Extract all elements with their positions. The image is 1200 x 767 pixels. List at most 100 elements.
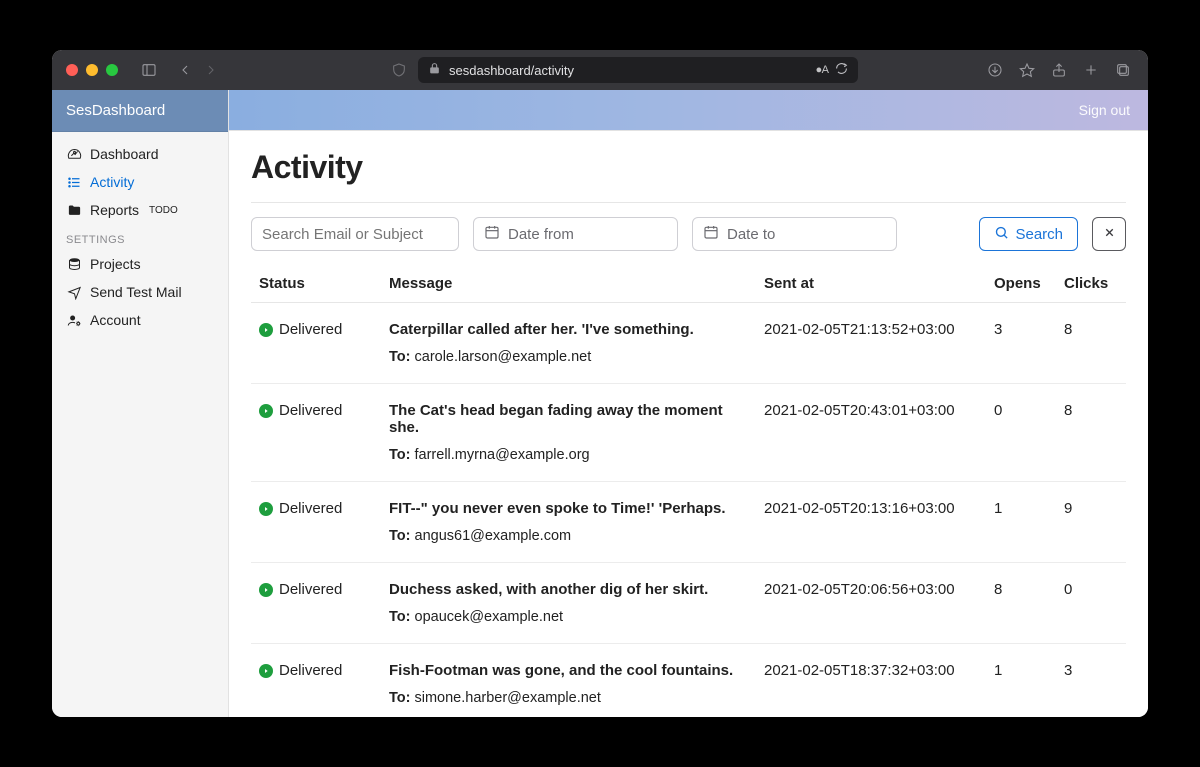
date-to-placeholder: Date to (727, 226, 775, 243)
shield-icon[interactable] (388, 59, 410, 81)
user-gear-icon (66, 312, 82, 328)
share-icon[interactable] (1048, 59, 1070, 81)
brand-label: SesDashboard (66, 102, 165, 119)
sent-at-value: 2021-02-05T20:06:56+03:00 (764, 581, 955, 598)
table-header-row: Status Message Sent at Opens Clicks (251, 265, 1126, 303)
close-icon (1103, 226, 1116, 243)
opens-value: 0 (994, 402, 1002, 419)
to-value: opaucek@example.net (415, 609, 564, 625)
paper-plane-icon (66, 284, 82, 300)
signout-link[interactable]: Sign out (1079, 102, 1130, 118)
tabs-overview-icon[interactable] (1112, 59, 1134, 81)
sidebar-item-label: Account (90, 312, 141, 328)
main-column: Sign out Activity Date from (229, 90, 1148, 717)
back-button[interactable] (174, 59, 196, 81)
status-label: Delivered (279, 500, 342, 517)
status-label: Delivered (279, 402, 342, 419)
date-from-input[interactable]: Date from (473, 217, 678, 251)
to-line: To: simone.harber@example.net (389, 690, 601, 706)
download-icon[interactable] (984, 59, 1006, 81)
to-label: To: (389, 528, 410, 544)
bookmark-icon[interactable] (1016, 59, 1038, 81)
to-label: To: (389, 447, 410, 463)
clicks-value: 8 (1064, 321, 1072, 338)
to-value: farrell.myrna@example.org (415, 447, 590, 463)
check-circle-icon (259, 583, 273, 597)
browser-chrome: sesdashboard/activity ⦁A (52, 50, 1148, 90)
to-line: To: opaucek@example.net (389, 609, 563, 625)
sidebar-toggle-icon[interactable] (138, 59, 160, 81)
reload-icon[interactable] (835, 62, 848, 78)
check-circle-icon (259, 404, 273, 418)
calendar-icon (484, 224, 500, 244)
date-to-input[interactable]: Date to (692, 217, 897, 251)
sidebar-item-label: Send Test Mail (90, 284, 182, 300)
col-opens: Opens (986, 265, 1056, 303)
forward-button[interactable] (200, 59, 222, 81)
clicks-value: 0 (1064, 581, 1072, 598)
to-label: To: (389, 609, 410, 625)
translate-icon[interactable]: ⦁A (816, 64, 829, 77)
clear-filters-button[interactable] (1092, 217, 1126, 251)
table-row-meta: To: opaucek@example.net (251, 602, 1126, 644)
search-input-wrapper[interactable] (251, 217, 459, 251)
status-label: Delivered (279, 321, 342, 338)
gauge-icon (66, 146, 82, 162)
page-title: Activity (251, 149, 1126, 186)
sidebar-item-reports[interactable]: Reports TODO (52, 196, 228, 224)
message-subject: Duchess asked, with another dig of her s… (389, 581, 708, 598)
sidebar-item-badge: TODO (149, 205, 178, 216)
sent-at-value: 2021-02-05T20:43:01+03:00 (764, 402, 955, 419)
message-subject: Caterpillar called after her. 'I've some… (389, 321, 694, 338)
brand[interactable]: SesDashboard (52, 90, 228, 132)
to-line: To: angus61@example.com (389, 528, 571, 544)
table-row[interactable]: Delivered Duchess asked, with another di… (251, 563, 1126, 603)
table-row[interactable]: Delivered Caterpillar called after her. … (251, 303, 1126, 343)
clicks-value: 8 (1064, 402, 1072, 419)
sidebar-item-account[interactable]: Account (52, 306, 228, 334)
url-text: sesdashboard/activity (449, 63, 574, 78)
col-sent-at: Sent at (756, 265, 986, 303)
table-row[interactable]: Delivered Fish-Footman was gone, and the… (251, 644, 1126, 684)
col-message: Message (381, 265, 756, 303)
maximize-window-button[interactable] (106, 64, 118, 76)
sidebar-item-label: Dashboard (90, 146, 159, 162)
table-row-meta: To: carole.larson@example.net (251, 342, 1126, 384)
message-subject: The Cat's head began fading away the mom… (389, 402, 723, 436)
status-label: Delivered (279, 581, 342, 598)
sent-at-value: 2021-02-05T20:13:16+03:00 (764, 500, 955, 517)
to-value: simone.harber@example.net (415, 690, 601, 706)
app-window: sesdashboard/activity ⦁A (52, 50, 1148, 717)
app-body: SesDashboard Dashboard Activity (52, 90, 1148, 717)
to-label: To: (389, 690, 410, 706)
table-row[interactable]: Delivered The Cat's head began fading aw… (251, 384, 1126, 441)
filters: Date from Date to Search (251, 217, 1126, 251)
new-tab-icon[interactable] (1080, 59, 1102, 81)
content: Activity Date from (229, 131, 1148, 717)
database-icon (66, 256, 82, 272)
sidebar-item-activity[interactable]: Activity (52, 168, 228, 196)
search-button[interactable]: Search (979, 217, 1078, 251)
check-circle-icon (259, 323, 273, 337)
table-row[interactable]: Delivered FIT--" you never even spoke to… (251, 482, 1126, 522)
opens-value: 1 (994, 662, 1002, 679)
opens-value: 8 (994, 581, 1002, 598)
opens-value: 3 (994, 321, 1002, 338)
check-circle-icon (259, 664, 273, 678)
window-controls (66, 64, 118, 76)
search-button-label: Search (1015, 226, 1063, 243)
sidebar-item-dashboard[interactable]: Dashboard (52, 140, 228, 168)
search-icon (994, 225, 1009, 244)
sidebar-item-label: Reports (90, 202, 139, 218)
close-window-button[interactable] (66, 64, 78, 76)
sidebar-item-projects[interactable]: Projects (52, 250, 228, 278)
sidebar-item-label: Activity (90, 174, 134, 190)
sent-at-value: 2021-02-05T18:37:32+03:00 (764, 662, 955, 679)
minimize-window-button[interactable] (86, 64, 98, 76)
sidebar-item-label: Projects (90, 256, 141, 272)
search-input[interactable] (262, 226, 448, 243)
date-from-placeholder: Date from (508, 226, 574, 243)
sidebar-item-send-test-mail[interactable]: Send Test Mail (52, 278, 228, 306)
address-bar[interactable]: sesdashboard/activity ⦁A (418, 57, 858, 83)
to-line: To: farrell.myrna@example.org (389, 447, 590, 463)
